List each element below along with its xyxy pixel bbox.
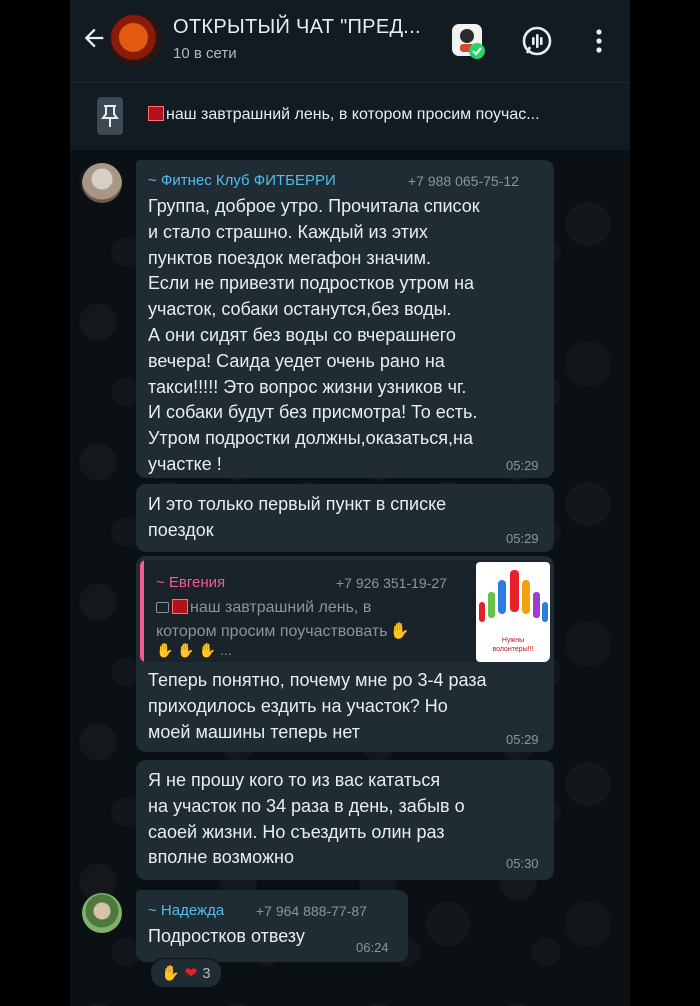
quote-text-line-3: ✋ ✋ ✋ ... [156,642,232,659]
cross-mark-emoji-icon [148,106,164,121]
quote-text-part: наш завтрашний лень, в [190,599,372,616]
quote-text-line-1: наш завтрашний лень, в [156,599,371,617]
chat-title-block[interactable]: ОТКРЫТЫЙ ЧАТ "ПРЕД... 10 в сети [173,16,421,62]
pin-icon [97,97,123,135]
message-time: 05:29 [506,732,539,747]
reactions-pill[interactable]: ✋ ❤ 3 [150,958,222,988]
reaction-count: 3 [202,964,211,982]
quote-text-part: котором просим поучаствовать [156,623,388,640]
message-bubble[interactable]: ~ Надежда +7 964 888-77-87 Подростков от… [136,890,408,962]
pray-icon: ✋ [161,965,180,982]
profile-badge-icon[interactable] [448,22,486,60]
message-bubble[interactable]: И это только первый пункт в списке поезд… [136,484,554,552]
message-bubble[interactable]: ~ Евгения +7 926 351-19-27 наш завтрашни… [136,556,554,752]
online-count: 10 в сети [173,45,237,62]
pinned-message-bar[interactable]: наш завтрашний лень, в котором просим по… [70,82,630,150]
reply-bar [140,560,144,662]
pinned-text: наш завтрашний лень, в котором просим по… [148,106,540,124]
sender-avatar[interactable] [82,163,122,203]
raised-hands-image [479,570,548,622]
chat-screen: ОТКРЫТЫЙ ЧАТ "ПРЕД... 10 в сети наш завт… [70,0,630,1006]
chat-title: ОТКРЫТЫЙ ЧАТ "ПРЕД... [173,16,421,38]
message-text: И это только первый пункт в списке поезд… [148,494,447,540]
message-time: 05:29 [506,531,539,546]
heart-icon: ❤ [184,965,198,982]
quote-text-line-2: котором просим поучаствовать ✋ [156,621,409,641]
thumbnail-caption: Нужны волонтеры!!! [492,637,534,653]
message-text: Теперь понятно, почему мне ро 3-4 раза п… [148,670,487,742]
message-bubble[interactable]: ~ Фитнес Клуб ФИТБЕРРИ +7 988 065-75-12 … [136,160,554,478]
image-icon [156,602,169,613]
message-text: Группа, доброе утро. Прочитала список и … [148,196,480,474]
sender-name[interactable]: ~ Фитнес Клуб ФИТБЕРРИ [148,172,336,189]
quote-text-part: ... [219,642,232,658]
back-arrow-icon[interactable] [80,24,108,52]
pray-icon: ✋ [389,623,410,640]
voice-chat-icon[interactable] [518,22,556,60]
sender-name[interactable]: ~ Надежда [148,902,224,919]
quote-phone: +7 926 351-19-27 [336,575,447,591]
sender-phone: +7 988 065-75-12 [408,173,519,189]
sender-avatar[interactable] [82,893,122,933]
message-time: 05:29 [506,458,539,473]
message-time: 06:24 [356,940,389,955]
message-bubble[interactable]: Я не прошу кого то из вас кататься на уч… [136,760,554,880]
more-vert-icon[interactable] [580,22,618,60]
quote-sender: ~ Евгения [156,574,226,591]
sender-phone: +7 964 888-77-87 [256,903,367,919]
message-time: 05:30 [506,856,539,871]
quote-thumbnail: Нужны волонтеры!!! [476,562,550,662]
chat-header: ОТКРЫТЫЙ ЧАТ "ПРЕД... 10 в сети [70,0,630,82]
pinned-text-value: наш завтрашний лень, в котором просим по… [166,106,540,123]
group-avatar[interactable] [110,14,162,66]
cross-mark-emoji-icon [172,599,188,614]
message-text: Я не прошу кого то из вас кататься на уч… [148,770,465,868]
message-text: Подростков отвезу [148,926,305,946]
pray-icon: ✋ ✋ ✋ [156,642,217,658]
quoted-message[interactable]: ~ Евгения +7 926 351-19-27 наш завтрашни… [140,560,550,662]
